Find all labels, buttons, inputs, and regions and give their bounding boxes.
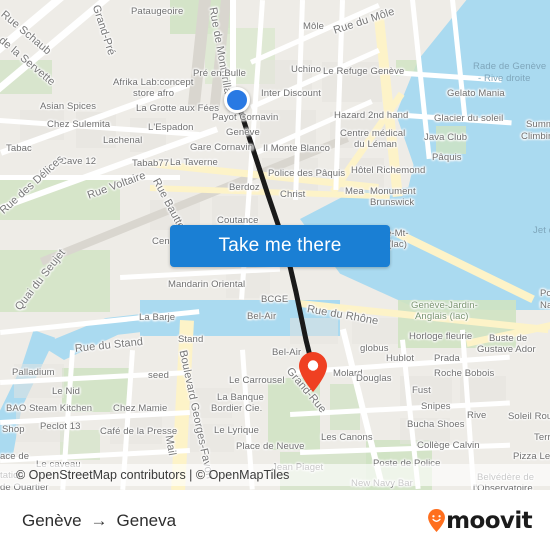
map-label: La Barje <box>139 312 176 323</box>
map-label: - Rive droite <box>478 73 531 84</box>
map-label: Gare Cornavin <box>190 142 254 153</box>
map-label: Bel-Air <box>247 311 277 322</box>
map-label: Brunswick <box>370 197 415 208</box>
take-me-there-button[interactable]: Take me there <box>170 225 390 267</box>
map-label: Asian Spices <box>40 101 97 112</box>
origin-dot-marker[interactable] <box>224 87 250 113</box>
map-label: La Banque <box>217 392 264 403</box>
map-label: Tabab77 <box>132 158 170 169</box>
map-label: Pré en Bulle <box>193 68 246 79</box>
map-label: L'Espadon <box>148 122 194 133</box>
map-label: Rade de Genève <box>473 61 547 72</box>
map-label: Jet d <box>533 225 550 236</box>
map-label: Le Lyrique <box>214 425 260 436</box>
map-label: Monument <box>370 186 416 197</box>
map-label: Chez Sulemita <box>47 119 111 130</box>
map-label: Genève-Jardin- <box>411 300 478 311</box>
destination-pin-marker[interactable] <box>299 352 327 392</box>
footer-bar: Genève → Geneva moovit <box>0 490 550 550</box>
map-label: Hôtel Richemond <box>351 165 426 176</box>
map-label: ace de <box>0 451 30 462</box>
map-label: Po <box>540 288 550 299</box>
map-label: Na <box>540 300 550 311</box>
map-label: Buste de <box>489 333 528 344</box>
arrow-right-icon: → <box>90 510 108 530</box>
map-label: Bucha Shoes <box>407 419 465 430</box>
map-block <box>290 318 338 344</box>
map-label: Il Monte Blanco <box>263 143 330 154</box>
map-label: Le Carrousel <box>229 375 285 386</box>
destination-label: Geneva <box>116 510 177 530</box>
map-label: Bel-Air <box>272 347 302 358</box>
map-route-preview: Pataugeoire Môle Rue du Môle Rue Schaub Rue … <box>0 0 550 550</box>
map-label: Genève <box>226 127 260 138</box>
map-label: Pataugeoire <box>131 6 184 17</box>
origin-label: Genève <box>22 510 82 530</box>
map-label: Centre médical <box>340 128 406 139</box>
map-label: Soleil Roug <box>508 411 550 422</box>
map-label: Anglais (lac) <box>415 311 469 322</box>
map-label: Fust <box>412 385 431 396</box>
map-label: Douglas <box>356 373 392 384</box>
map-label: Gelato Mania <box>447 88 505 99</box>
map-label: Le Nid <box>52 386 81 397</box>
map-label: Pâquis <box>432 152 462 163</box>
map-label: globus <box>360 343 389 354</box>
map-attribution: © OpenStreetMap contributors | © OpenMap… <box>0 464 550 486</box>
map-label: Roche Bobois <box>434 368 495 379</box>
map-label: Hublot <box>386 353 415 364</box>
map-canvas[interactable]: Pataugeoire Môle Rue du Môle Rue Schaub Rue … <box>0 0 550 490</box>
moovit-wordmark: moovit <box>446 507 532 534</box>
map-label: Police des Pâquis <box>268 168 346 179</box>
map-label: Cen <box>152 236 170 247</box>
map-label: du Léman <box>354 139 398 150</box>
moovit-pin-icon <box>428 509 446 532</box>
map-label: Christ <box>280 189 306 200</box>
map-label: Climbing <box>521 131 550 142</box>
map-label: Snipes <box>421 401 451 412</box>
map-label: La Grotte aux Fées <box>136 103 220 114</box>
map-label: Payot Cornavin <box>212 112 279 123</box>
map-label: Shop <box>2 424 25 435</box>
map-label: Hazard 2nd hand <box>334 110 409 121</box>
moovit-logo[interactable]: moovit <box>428 507 533 534</box>
map-label: Horloge fleurie <box>409 331 473 342</box>
map-label: seed <box>148 370 170 381</box>
map-label: Les Canons <box>321 432 373 443</box>
map-label: Palladium <box>12 367 55 378</box>
map-label: BAO Steam Kitchen <box>6 403 93 414</box>
map-label: Prada <box>434 353 460 364</box>
map-label: Mea <box>345 186 364 197</box>
map-label: Tabac <box>6 143 32 154</box>
map-label: La Taverne <box>170 157 218 168</box>
route-summary: Genève → Geneva <box>22 511 176 531</box>
map-label: Môle <box>303 21 324 32</box>
map-label: Mail <box>162 434 178 457</box>
map-label: Gustave Ador <box>477 344 536 355</box>
map-label: Mandarin Oriental <box>168 279 246 290</box>
map-label: Lachenal <box>103 135 143 146</box>
map-label: Uchino <box>291 64 322 75</box>
map-label: Inter Discount <box>261 88 322 99</box>
map-label: Afrika Lab:concept <box>113 77 194 88</box>
map-label: Collège Calvin <box>417 440 480 451</box>
map-label: Bordier Cie. <box>211 403 263 414</box>
map-label: Pizza Le <box>513 451 550 462</box>
map-label: Stand <box>178 334 204 345</box>
map-label: Place de Neuve <box>236 441 305 452</box>
map-label: store afro <box>133 88 175 99</box>
map-label: Le Refuge Genève <box>323 66 405 77</box>
map-label: Chez Mamie <box>113 403 168 414</box>
map-label: Berdoz <box>229 182 260 193</box>
map-label: (lac) <box>388 239 407 250</box>
map-label: Java Club <box>424 132 468 143</box>
map-label: Peclot 13 <box>40 421 81 432</box>
map-label: Rive <box>467 410 487 421</box>
map-label: BCGE <box>261 294 289 305</box>
map-label: Terr <box>534 432 550 443</box>
map-label: Glacier du soleil <box>434 113 504 124</box>
map-label: Summer <box>526 119 550 130</box>
